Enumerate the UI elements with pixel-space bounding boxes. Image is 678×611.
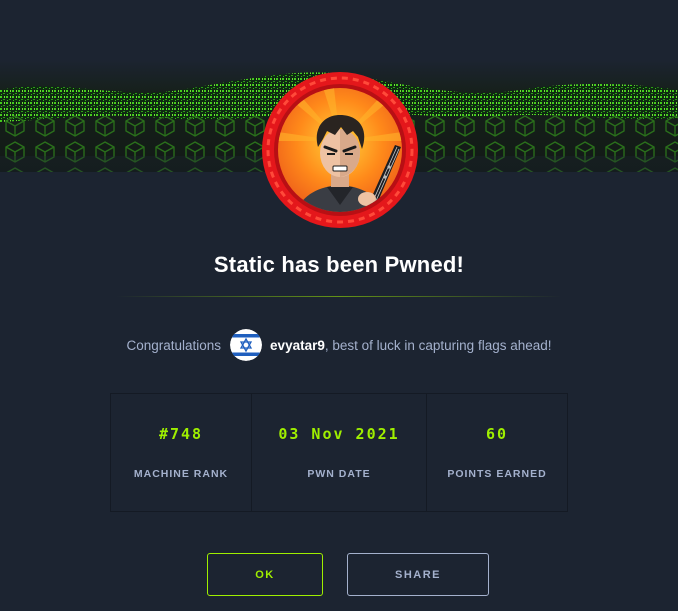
stat-value: 60 <box>485 425 509 443</box>
pwned-dialog: Static has been Pwned! Congratulations e… <box>0 0 678 611</box>
stat-pwn-date: 03 Nov 2021 PWN DATE <box>251 394 426 511</box>
page-title: Static has been Pwned! <box>213 252 465 277</box>
stats-panel: #748 MACHINE RANK 03 Nov 2021 PWN DATE 6… <box>110 393 568 512</box>
congratulations-message: Congratulations evyatar9 , best of luck … <box>0 329 678 361</box>
stat-machine-rank: #748 MACHINE RANK <box>111 394 251 511</box>
stat-label: MACHINE RANK <box>133 468 229 480</box>
israel-flag-icon <box>230 329 263 361</box>
ok-button[interactable]: OK <box>207 553 323 596</box>
share-button[interactable]: SHARE <box>347 553 489 596</box>
stat-points-earned: 60 POINTS EARNED <box>426 394 567 511</box>
username-link[interactable]: evyatar9 <box>270 338 325 353</box>
stat-value: 03 Nov 2021 <box>278 425 400 443</box>
title-divider <box>116 296 562 297</box>
stat-label: POINTS EARNED <box>447 468 547 480</box>
machine-avatar-icon <box>261 71 419 229</box>
congrats-prefix: Congratulations <box>126 337 222 353</box>
stat-label: PWN DATE <box>307 468 371 480</box>
stat-value: #748 <box>158 425 204 443</box>
congrats-suffix: , best of luck in capturing flags ahead! <box>324 337 552 353</box>
